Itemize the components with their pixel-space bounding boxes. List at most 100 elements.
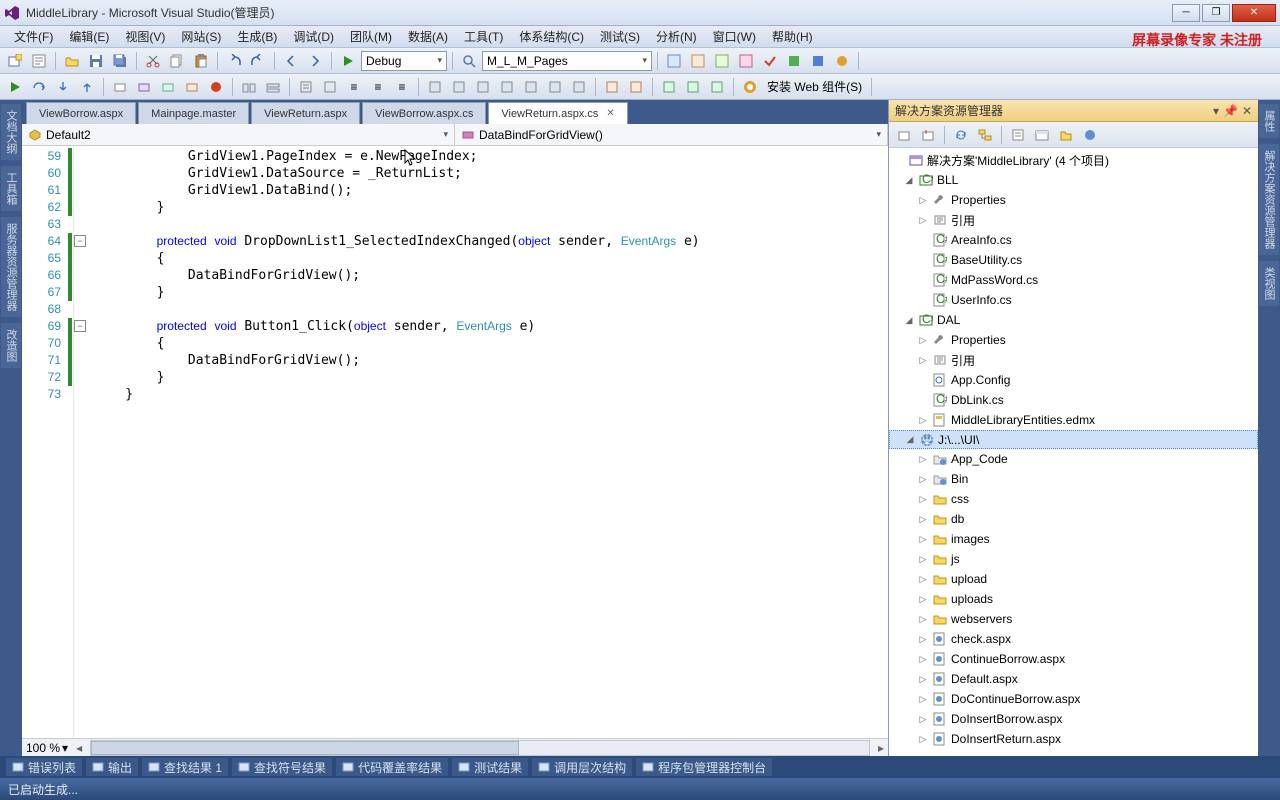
sol-tb-b[interactable] xyxy=(917,124,939,146)
tb2-s[interactable] xyxy=(568,76,590,98)
zoom-combo[interactable]: 100 % ▾ xyxy=(22,741,72,755)
menu-编辑(E)[interactable]: 编辑(E) xyxy=(61,26,117,47)
cut-button[interactable] xyxy=(142,50,164,72)
tb2-r[interactable] xyxy=(544,76,566,98)
left-dock-tab[interactable]: 工具箱 xyxy=(1,166,21,211)
tb2-f[interactable] xyxy=(238,76,260,98)
method-dropdown[interactable]: DataBindForGridView() xyxy=(455,124,888,145)
web-install-label[interactable]: 安装 Web 组件(S) xyxy=(763,78,866,95)
tb-b-button[interactable] xyxy=(687,50,709,72)
close-button[interactable]: ✕ xyxy=(1232,4,1276,22)
search-combo[interactable]: M_L_M_Pages xyxy=(482,51,652,71)
expand-icon[interactable]: ▷ xyxy=(917,355,929,366)
tab-close-icon[interactable]: ✕ xyxy=(606,108,614,119)
tree-node[interactable]: ▷Properties xyxy=(889,330,1258,350)
tb2-b[interactable] xyxy=(133,76,155,98)
bottom-tab[interactable]: 调用层次结构 xyxy=(532,758,632,776)
nav-back-button[interactable] xyxy=(280,50,302,72)
tree-node[interactable]: ▷uploads xyxy=(889,589,1258,609)
tree-node[interactable]: ▷App_Code xyxy=(889,449,1258,469)
tree-node[interactable]: ▷check.aspx xyxy=(889,629,1258,649)
tb-e-button[interactable] xyxy=(759,50,781,72)
right-dock-tab[interactable]: 属性 xyxy=(1259,104,1279,138)
expand-icon[interactable]: ▷ xyxy=(917,734,929,745)
save-all-button[interactable] xyxy=(109,50,131,72)
tree-node[interactable]: ▷引用 xyxy=(889,350,1258,370)
tb2-a[interactable] xyxy=(109,76,131,98)
sol-tb-props[interactable] xyxy=(1007,124,1029,146)
class-dropdown[interactable]: Default2 xyxy=(22,124,455,145)
tb2-i[interactable] xyxy=(319,76,341,98)
expand-icon[interactable]: ▷ xyxy=(917,534,929,545)
tree-node[interactable]: C#BaseUtility.cs xyxy=(889,250,1258,270)
expand-icon[interactable]: ▷ xyxy=(917,195,929,206)
undo-button[interactable] xyxy=(223,50,245,72)
tree-node[interactable]: ▷MiddleLibraryEntities.edmx xyxy=(889,410,1258,430)
sol-tb-nest[interactable] xyxy=(974,124,996,146)
tree-node[interactable]: ▷Properties xyxy=(889,190,1258,210)
redo-button[interactable] xyxy=(247,50,269,72)
expand-icon[interactable]: ▷ xyxy=(917,674,929,685)
sol-tb-showall[interactable] xyxy=(1031,124,1053,146)
panel-dropdown-icon[interactable]: ▾ xyxy=(1213,104,1219,118)
right-dock-tab[interactable]: 类视图 xyxy=(1259,261,1279,306)
sol-tb-copy[interactable] xyxy=(1079,124,1101,146)
menu-体系结构(C)[interactable]: 体系结构(C) xyxy=(511,26,592,47)
sol-tb-a[interactable] xyxy=(893,124,915,146)
expand-icon[interactable]: ▷ xyxy=(917,514,929,525)
save-button[interactable] xyxy=(85,50,107,72)
doc-tab[interactable]: ViewReturn.aspx xyxy=(251,102,360,124)
menu-文件(F)[interactable]: 文件(F) xyxy=(6,26,61,47)
minimize-button[interactable]: ─ xyxy=(1172,4,1200,22)
tree-node[interactable]: ▷ContinueBorrow.aspx xyxy=(889,649,1258,669)
tb-h-button[interactable] xyxy=(831,50,853,72)
tb2-x[interactable] xyxy=(706,76,728,98)
tree-node[interactable]: C#MdPassWord.cs xyxy=(889,270,1258,290)
new-project-button[interactable] xyxy=(4,50,26,72)
expand-icon[interactable]: ◢ xyxy=(903,315,915,326)
bottom-tab[interactable]: 错误列表 xyxy=(6,758,82,776)
paste-button[interactable] xyxy=(190,50,212,72)
tree-node[interactable]: ▷DoInsertReturn.aspx xyxy=(889,729,1258,749)
expand-icon[interactable]: ▷ xyxy=(917,494,929,505)
tree-node[interactable]: ▷css xyxy=(889,489,1258,509)
tb-c-button[interactable] xyxy=(711,50,733,72)
tb2-l[interactable]: ≡ xyxy=(391,76,413,98)
tb2-c[interactable] xyxy=(157,76,179,98)
tb2-e[interactable] xyxy=(205,76,227,98)
tree-node[interactable]: ▷DoContinueBorrow.aspx xyxy=(889,689,1258,709)
tb2-d[interactable] xyxy=(181,76,203,98)
bottom-tab[interactable]: 测试结果 xyxy=(452,758,528,776)
tb2-u[interactable] xyxy=(625,76,647,98)
panel-pin-icon[interactable]: 📌 xyxy=(1223,104,1238,118)
tree-node[interactable]: 解决方案'MiddleLibrary' (4 个项目) xyxy=(889,150,1258,170)
new-item-button[interactable] xyxy=(28,50,50,72)
tree-node[interactable]: ▷Default.aspx xyxy=(889,669,1258,689)
start-debug-button[interactable] xyxy=(337,50,359,72)
menu-工具(T)[interactable]: 工具(T) xyxy=(456,26,511,47)
copy-button[interactable] xyxy=(166,50,188,72)
expand-icon[interactable]: ▷ xyxy=(917,415,929,426)
tree-node[interactable]: ▷Bin xyxy=(889,469,1258,489)
menu-调试(D)[interactable]: 调试(D) xyxy=(285,26,342,47)
expand-icon[interactable]: ▷ xyxy=(917,454,929,465)
bottom-tab[interactable]: 代码覆盖率结果 xyxy=(336,758,448,776)
web-install-icon[interactable] xyxy=(739,76,761,98)
tree-node[interactable]: C#AreaInfo.cs xyxy=(889,230,1258,250)
panel-close-icon[interactable]: ✕ xyxy=(1242,104,1252,118)
tb2-n[interactable] xyxy=(448,76,470,98)
find-button[interactable] xyxy=(458,50,480,72)
menu-视图(V)[interactable]: 视图(V) xyxy=(117,26,173,47)
expand-icon[interactable]: ▷ xyxy=(917,335,929,346)
doc-tab[interactable]: Mainpage.master xyxy=(138,102,249,124)
bottom-tab[interactable]: 程序包管理器控制台 xyxy=(636,758,772,776)
maximize-button[interactable]: ❐ xyxy=(1202,4,1230,22)
expand-icon[interactable]: ▷ xyxy=(917,714,929,725)
tree-node[interactable]: ▷webservers xyxy=(889,609,1258,629)
expand-icon[interactable]: ▷ xyxy=(917,474,929,485)
tb2-p[interactable] xyxy=(496,76,518,98)
step-into-button[interactable] xyxy=(52,76,74,98)
tb2-g[interactable] xyxy=(262,76,284,98)
expand-icon[interactable]: ▷ xyxy=(917,554,929,565)
tb2-m[interactable] xyxy=(424,76,446,98)
